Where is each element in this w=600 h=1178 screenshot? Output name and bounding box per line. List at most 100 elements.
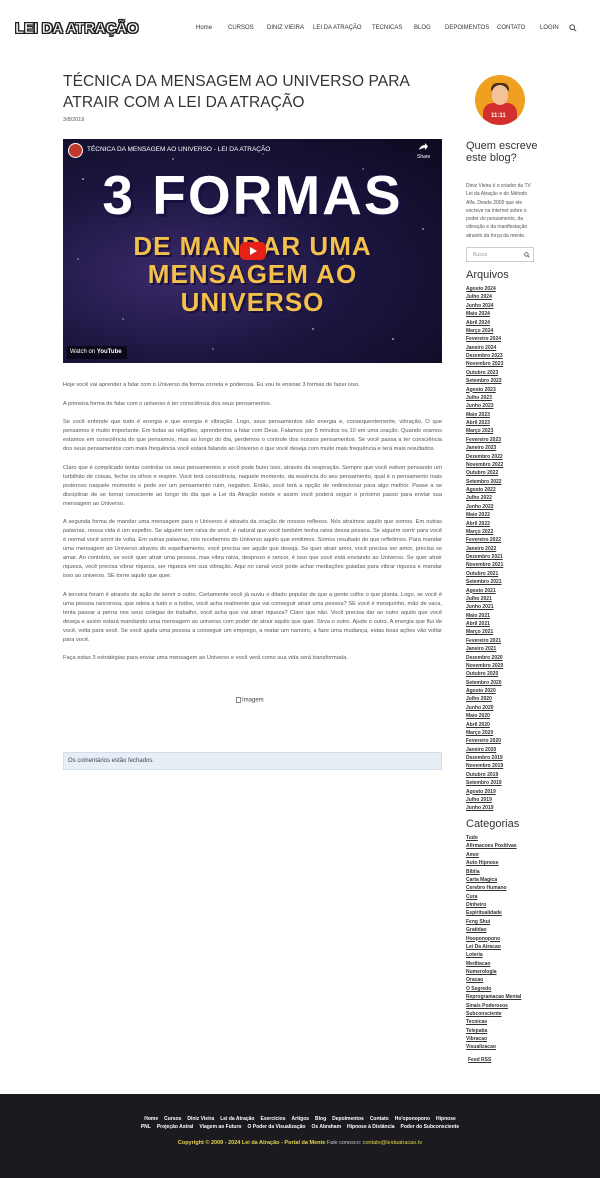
archive-link[interactable]: Junho 2020 <box>466 704 503 712</box>
category-link[interactable]: Cura <box>466 893 521 901</box>
archive-link[interactable]: Julho 2020 <box>466 695 503 703</box>
archive-link[interactable]: Junho 2023 <box>466 402 503 410</box>
category-link[interactable]: Cerebro Humano <box>466 884 521 892</box>
archive-link[interactable]: Dezembro 2022 <box>466 453 503 461</box>
archive-link[interactable]: Novembro 2021 <box>466 561 503 569</box>
archive-link[interactable]: Dezembro 2019 <box>466 754 503 762</box>
footer-link[interactable]: Blog <box>315 1116 326 1122</box>
category-link[interactable]: Vibracao <box>466 1035 521 1043</box>
category-link[interactable]: Biblia <box>466 868 521 876</box>
archive-link[interactable]: Janeiro 2020 <box>466 746 503 754</box>
category-link[interactable]: Dinheiro <box>466 901 521 909</box>
archive-link[interactable]: Julho 2023 <box>466 394 503 402</box>
archive-link[interactable]: Maio 2022 <box>466 511 503 519</box>
footer-link[interactable]: Viagem ao Futuro <box>199 1124 241 1130</box>
archive-link[interactable]: Março 2022 <box>466 528 503 536</box>
archive-link[interactable]: Dezembro 2023 <box>466 352 503 360</box>
category-link[interactable]: O Segredo <box>466 985 521 993</box>
archive-link[interactable]: Fevereiro 2021 <box>466 637 503 645</box>
archive-link[interactable]: Outubro 2023 <box>466 369 503 377</box>
archive-link[interactable]: Maio 2020 <box>466 712 503 720</box>
archive-link[interactable]: Janeiro 2021 <box>466 645 503 653</box>
archive-link[interactable]: Abril 2023 <box>466 419 503 427</box>
category-link[interactable]: Hooponopono <box>466 935 521 943</box>
archive-link[interactable]: Agosto 2021 <box>466 587 503 595</box>
footer-link[interactable]: Exercícios <box>261 1116 286 1122</box>
play-button[interactable] <box>240 242 266 260</box>
category-link[interactable]: Oracao <box>466 976 521 984</box>
archive-link[interactable]: Novembro 2023 <box>466 360 503 368</box>
archive-link[interactable]: Novembro 2022 <box>466 461 503 469</box>
archive-link[interactable]: Setembro 2021 <box>466 578 503 586</box>
nav-lei-da-atracao[interactable]: LEI DA ATRAÇÃO <box>313 25 362 31</box>
archive-link[interactable]: Setembro 2023 <box>466 377 503 385</box>
video-embed[interactable]: TÉCNICA DA MENSAGEM AO UNIVERSO - LEI DA… <box>63 139 442 363</box>
footer-link[interactable]: Hipnose à Distância <box>347 1124 395 1130</box>
archive-link[interactable]: Outubro 2020 <box>466 670 503 678</box>
archive-link[interactable]: Março 2020 <box>466 729 503 737</box>
archive-link[interactable]: Setembro 2019 <box>466 779 503 787</box>
archive-link[interactable]: Junho 2024 <box>466 302 503 310</box>
nav-diniz-vieira[interactable]: DINIZ VIEIRA <box>267 25 304 31</box>
archive-link[interactable]: Maio 2023 <box>466 411 503 419</box>
share-label[interactable]: Share <box>417 154 430 160</box>
archive-link[interactable]: Abril 2020 <box>466 721 503 729</box>
footer-link[interactable]: Projeção Astral <box>157 1124 194 1130</box>
archive-link[interactable]: Março 2024 <box>466 327 503 335</box>
nav-blog[interactable]: BLOG <box>414 25 431 31</box>
footer-link[interactable]: Os Abraham <box>311 1124 341 1130</box>
footer-link[interactable]: Cursos <box>164 1116 181 1122</box>
nav-home[interactable]: Home <box>196 25 212 31</box>
footer-link[interactable]: Poder do Subconsciente <box>401 1124 460 1130</box>
archive-link[interactable]: Março 2023 <box>466 427 503 435</box>
archive-link[interactable]: Fevereiro 2022 <box>466 536 503 544</box>
footer-link[interactable]: Diniz Vieira <box>187 1116 214 1122</box>
archive-link[interactable]: Outubro 2021 <box>466 570 503 578</box>
archive-link[interactable]: Setembro 2020 <box>466 679 503 687</box>
archive-link[interactable]: Janeiro 2022 <box>466 545 503 553</box>
category-link[interactable]: Gratidao <box>466 926 521 934</box>
category-link[interactable]: Numerologia <box>466 968 521 976</box>
rss-feed-link[interactable]: Feed RSS <box>468 1057 491 1063</box>
site-logo[interactable]: LEI DA ATRAÇÃO <box>15 20 139 38</box>
archive-link[interactable]: Novembro 2019 <box>466 762 503 770</box>
archive-link[interactable]: Julho 2022 <box>466 494 503 502</box>
archive-link[interactable]: Janeiro 2024 <box>466 344 503 352</box>
footer-link[interactable]: Ho'oponopono <box>395 1116 430 1122</box>
footer-link[interactable]: Home <box>144 1116 158 1122</box>
category-link[interactable]: Amor <box>466 851 521 859</box>
archive-link[interactable]: Junho 2021 <box>466 603 503 611</box>
category-link[interactable]: Afirmacoes Positivas <box>466 842 521 850</box>
footer-link[interactable]: Hipnose <box>436 1116 456 1122</box>
archive-link[interactable]: Fevereiro 2024 <box>466 335 503 343</box>
nav-depoimentos[interactable]: DEPOIMENTOS <box>445 25 489 31</box>
watch-on-youtube[interactable]: Watch on YouTube <box>67 346 127 359</box>
share-icon[interactable] <box>418 142 428 152</box>
archive-link[interactable]: Abril 2021 <box>466 620 503 628</box>
archive-link[interactable]: Maio 2021 <box>466 612 503 620</box>
category-link[interactable]: Auto Hipnose <box>466 859 521 867</box>
nav-tecnicas[interactable]: TECNICAS <box>372 25 402 31</box>
archive-link[interactable]: Janeiro 2023 <box>466 444 503 452</box>
archive-link[interactable]: Agosto 2022 <box>466 486 503 494</box>
search-icon[interactable] <box>569 24 577 32</box>
channel-avatar[interactable] <box>68 143 83 158</box>
nav-contato[interactable]: CONTATO <box>497 25 525 31</box>
archive-link[interactable]: Junho 2019 <box>466 804 503 812</box>
archive-link[interactable]: Outubro 2022 <box>466 469 503 477</box>
category-link[interactable]: Tudo <box>466 834 521 842</box>
archive-link[interactable]: Novembro 2020 <box>466 662 503 670</box>
nav-login[interactable]: LOGIN <box>540 25 559 31</box>
sidebar-search[interactable]: Busca <box>466 247 534 262</box>
nav-cursos[interactable]: CURSOS <box>228 25 254 31</box>
archive-link[interactable]: Agosto 2023 <box>466 386 503 394</box>
footer-link[interactable]: Depoimentos <box>332 1116 364 1122</box>
search-icon[interactable] <box>524 252 530 258</box>
archive-link[interactable]: Agosto 2019 <box>466 788 503 796</box>
archive-link[interactable]: Junho 2022 <box>466 503 503 511</box>
archive-link[interactable]: Julho 2024 <box>466 293 503 301</box>
contact-email-link[interactable]: contato@leidaatracao.tv <box>363 1140 422 1146</box>
footer-link[interactable]: O Poder da Visualização <box>247 1124 305 1130</box>
category-link[interactable]: Sinais Poderosos <box>466 1002 521 1010</box>
archive-link[interactable]: Dezembro 2020 <box>466 654 503 662</box>
